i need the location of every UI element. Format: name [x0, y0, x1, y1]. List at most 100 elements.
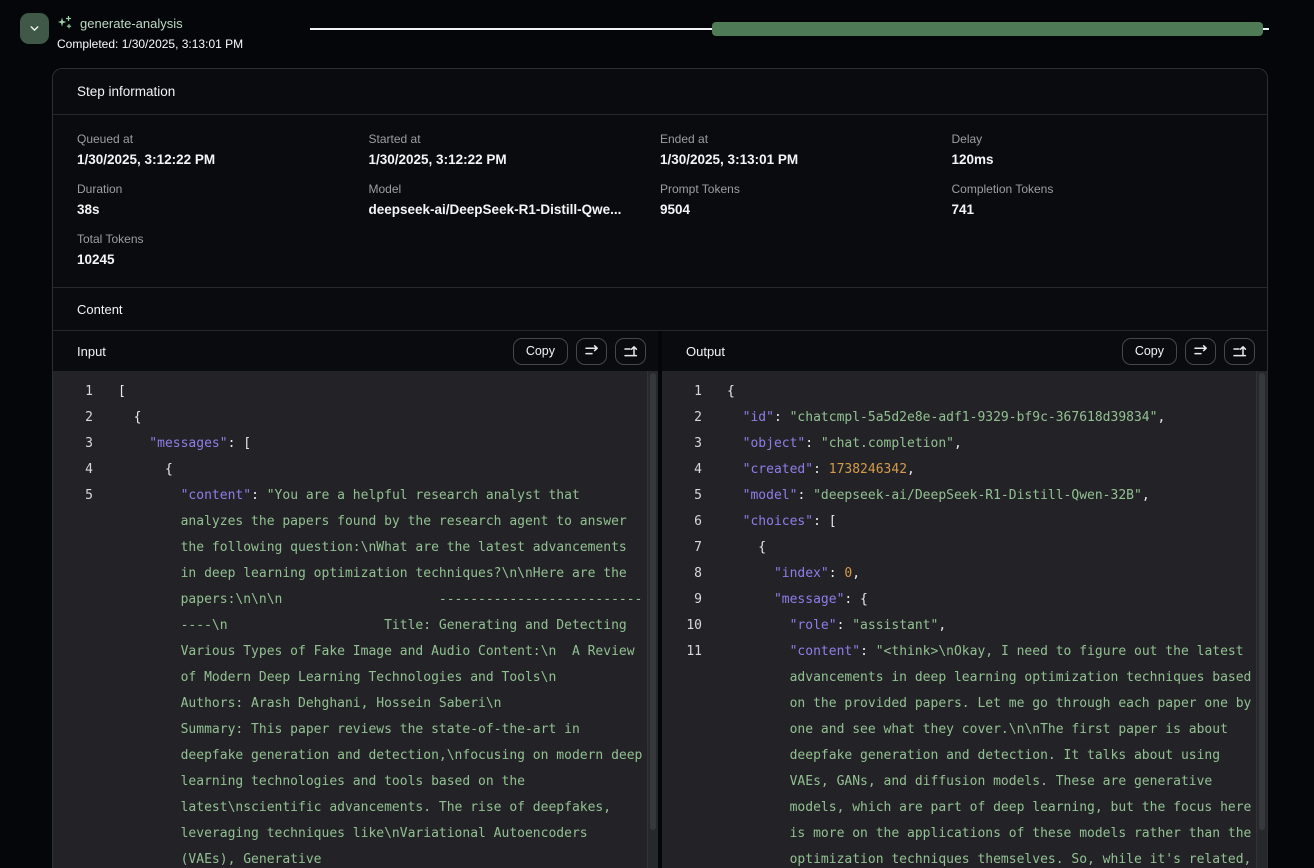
code-line-text: "object": "chat.completion",: [727, 431, 1256, 457]
line-number: 4: [662, 457, 702, 483]
line-number: 5: [662, 483, 702, 509]
code-line-text: "id": "chatcmpl-5a5d2e8e-adf1-9329-bf9c-…: [727, 405, 1256, 431]
step-information-header: Step information: [53, 69, 1267, 115]
info-field-value: 38s: [77, 202, 369, 217]
scroll-to-top-icon: [623, 343, 639, 359]
code-line: 11 "content": "<think>\nOkay, I need to f…: [662, 639, 1256, 868]
output-scrollbar-thumb[interactable]: [1259, 373, 1265, 830]
code-line: 4 "created": 1738246342,: [662, 457, 1256, 483]
code-line: 1[: [53, 379, 647, 405]
input-pane-header: Input Copy: [53, 331, 658, 371]
code-line-text: {: [118, 457, 647, 483]
code-line-text: "message": {: [727, 587, 1256, 613]
collapse-step-button[interactable]: [20, 13, 49, 44]
info-field-value: deepseek-ai/DeepSeek-R1-Distill-Qwe...: [369, 202, 661, 217]
code-line-text: "model": "deepseek-ai/DeepSeek-R1-Distil…: [727, 483, 1256, 509]
info-field: Queued at 1/30/2025, 3:12:22 PM: [77, 132, 369, 167]
info-field-value: 741: [952, 202, 1244, 217]
input-output-split: Input Copy 1[2{3"messages": [4{5"content…: [53, 331, 1267, 868]
info-field: Total Tokens 10245: [77, 232, 369, 267]
code-line-text: [: [118, 379, 643, 405]
code-line-text: "content": "You are a helpful research a…: [118, 483, 647, 868]
input-word-wrap-button[interactable]: [576, 338, 607, 365]
info-field-label: Total Tokens: [77, 232, 369, 246]
output-word-wrap-button[interactable]: [1185, 338, 1216, 365]
code-line: 8"index": 0,: [662, 561, 1256, 587]
code-line: 9 "message": {: [662, 587, 1256, 613]
input-scrollbar-thumb[interactable]: [650, 373, 656, 830]
output-copy-button[interactable]: Copy: [1122, 338, 1177, 365]
line-number: 11: [662, 639, 702, 665]
input-pane: Input Copy 1[2{3"messages": [4{5"content…: [53, 331, 658, 868]
output-scrollbar[interactable]: [1256, 371, 1267, 868]
code-line-text: "messages": [: [118, 431, 647, 457]
info-field-value: 1/30/2025, 3:12:22 PM: [77, 152, 369, 167]
input-copy-button[interactable]: Copy: [513, 338, 568, 365]
code-line-text: "content": "<think>\nOkay, I need to fig…: [727, 639, 1256, 868]
info-field: Prompt Tokens9504: [660, 182, 952, 217]
code-line: 3 "object": "chat.completion",: [662, 431, 1256, 457]
code-line-text: {: [118, 405, 647, 431]
info-field-value: 9504: [660, 202, 952, 217]
info-field-label: Model: [369, 182, 661, 196]
code-line: 2{: [53, 405, 647, 431]
line-number: 1: [662, 379, 702, 405]
code-line-text: "role": "assistant",: [727, 613, 1256, 639]
step-status-text: Completed: 1/30/2025, 3:13:01 PM: [57, 37, 243, 51]
output-code-viewer: 1{2"id": "chatcmpl-5a5d2e8e-adf1-9329-bf…: [662, 371, 1267, 868]
timeline-span-bar[interactable]: [712, 22, 1263, 36]
line-number: 5: [53, 483, 93, 509]
line-number: 8: [662, 561, 702, 587]
chevron-down-icon: [28, 22, 41, 35]
info-field-label: Queued at: [77, 132, 369, 146]
code-line: 10 "role": "assistant",: [662, 613, 1256, 639]
info-field: Completion Tokens741: [952, 182, 1244, 217]
trace-header: generate-analysis Completed: 1/30/2025, …: [0, 0, 1314, 68]
line-number: 3: [53, 431, 93, 457]
code-line: 7{: [662, 535, 1256, 561]
info-field-label: Started at: [369, 132, 661, 146]
info-field-label: Delay: [952, 132, 1244, 146]
info-field-label: Ended at: [660, 132, 952, 146]
line-number: 7: [662, 535, 702, 561]
code-line-text: "created": 1738246342,: [727, 457, 1256, 483]
code-line: 5 "model": "deepseek-ai/DeepSeek-R1-Disti…: [662, 483, 1256, 509]
line-number: 9: [662, 587, 702, 613]
output-pane: Output Copy 1{2"id": "chatcmpl-5a5d2e8e-…: [662, 331, 1267, 868]
sparkles-icon: [57, 15, 73, 31]
step-name: generate-analysis: [80, 16, 183, 31]
input-scroll-to-top-button[interactable]: [615, 338, 646, 365]
input-scrollbar[interactable]: [647, 371, 658, 868]
scroll-to-top-icon: [1232, 343, 1248, 359]
info-field-value: 120ms: [952, 152, 1244, 167]
line-number: 1: [53, 379, 93, 405]
output-pane-title: Output: [686, 344, 1114, 359]
line-number: 10: [662, 613, 702, 639]
info-field: Duration 38s: [77, 182, 369, 217]
content-section-header: Content: [53, 287, 1267, 331]
input-code-viewer: 1[2{3"messages": [4{5"content": "You are…: [53, 371, 658, 868]
line-number: 6: [662, 509, 702, 535]
step-detail-panel: Step information Queued at1/30/2025, 3:1…: [52, 68, 1268, 868]
code-line-text: {: [727, 379, 1252, 405]
line-number: 4: [53, 457, 93, 483]
info-field: Ended at1/30/2025, 3:13:01 PM: [660, 132, 952, 167]
word-wrap-icon: [584, 343, 600, 359]
output-scroll-to-top-button[interactable]: [1224, 338, 1255, 365]
info-field-value: 10245: [77, 252, 369, 267]
info-field-value: 1/30/2025, 3:12:22 PM: [369, 152, 661, 167]
code-line: 4{: [53, 457, 647, 483]
info-field-label: Duration: [77, 182, 369, 196]
code-line: 2"id": "chatcmpl-5a5d2e8e-adf1-9329-bf9c…: [662, 405, 1256, 431]
timeline-track-line-end: [1263, 28, 1269, 30]
word-wrap-icon: [1193, 343, 1209, 359]
code-line: 1{: [662, 379, 1256, 405]
info-field: Started at 1/30/2025, 3:12:22 PM: [369, 132, 661, 167]
output-pane-header: Output Copy: [662, 331, 1267, 371]
code-line-text: {: [727, 535, 1256, 561]
code-line: 6 "choices": [: [662, 509, 1256, 535]
code-line-text: "choices": [: [727, 509, 1256, 535]
info-field: Model deepseek-ai/DeepSeek-R1-Distill-Qwe…: [369, 182, 661, 217]
line-number: 3: [662, 431, 702, 457]
timeline-track-line: [310, 28, 712, 30]
